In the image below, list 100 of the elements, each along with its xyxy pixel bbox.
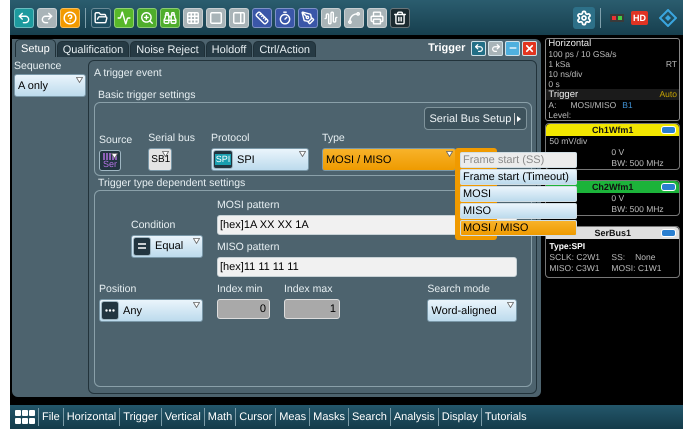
apps-button[interactable] xyxy=(12,410,38,424)
section-heading: A trigger event xyxy=(94,67,162,80)
info-text: MISO: C3W1 xyxy=(549,263,600,274)
caret-icon xyxy=(162,151,170,157)
serial-bus-dropdown[interactable]: SB1 xyxy=(148,148,172,171)
caret-icon xyxy=(507,302,514,308)
type-label: Type xyxy=(322,132,345,145)
help-icon xyxy=(63,10,77,24)
caret-icon xyxy=(298,151,306,157)
dots-icon xyxy=(101,301,119,320)
ruler-icon xyxy=(255,10,269,24)
undo-button[interactable] xyxy=(471,40,486,56)
info-text: None xyxy=(635,252,656,263)
menu-item[interactable]: Math xyxy=(204,408,236,426)
index-max-field[interactable]: 1 xyxy=(284,299,340,319)
square-icon xyxy=(209,10,223,24)
tab[interactable]: Qualification xyxy=(56,41,130,57)
menu-item[interactable]: Tutorials xyxy=(480,408,530,426)
condition-dropdown[interactable]: Equal xyxy=(131,234,203,258)
group-title: Basic trigger settings xyxy=(98,89,196,102)
position-dropdown[interactable]: Any xyxy=(99,299,203,322)
panel-title: Trigger xyxy=(548,89,578,100)
help-button[interactable] xyxy=(60,8,80,28)
caret-icon xyxy=(111,153,118,159)
menu-item[interactable]: Cursor xyxy=(235,408,276,426)
printer-button[interactable] xyxy=(367,8,387,28)
source-button[interactable]: Ser xyxy=(99,150,121,171)
timer-button[interactable] xyxy=(275,8,295,28)
dropdown-option[interactable]: MOSI / MISO xyxy=(460,220,577,236)
mosi-pattern-label: MOSI pattern xyxy=(217,199,280,212)
redo-button[interactable] xyxy=(488,40,504,56)
redo-icon xyxy=(40,10,54,24)
close-button[interactable] xyxy=(522,40,538,56)
source-label: Source xyxy=(99,134,132,147)
index-min-label: Index min xyxy=(217,283,263,296)
panel-button[interactable] xyxy=(229,8,249,28)
tab[interactable]: Setup xyxy=(15,39,56,57)
card-title: SerBus1 xyxy=(594,228,631,238)
index-max-label: Index max xyxy=(284,283,332,296)
dropdown-option[interactable]: MISO xyxy=(460,203,577,219)
waveform-button[interactable] xyxy=(114,8,134,28)
grid-icon xyxy=(15,410,35,424)
trash-icon xyxy=(393,10,407,24)
waveform-icon xyxy=(117,10,131,24)
undo-icon xyxy=(474,43,484,53)
settings-button[interactable] xyxy=(573,6,595,28)
serial-bus-setup-button[interactable]: Serial Bus Setup xyxy=(424,107,528,130)
position-label: Position xyxy=(99,283,136,296)
bus-tag: B1 xyxy=(622,100,633,110)
timer-icon xyxy=(278,10,292,24)
info-text: 1 kSa xyxy=(548,59,570,69)
menu-item[interactable]: Search xyxy=(348,408,390,426)
info-text: Level: xyxy=(548,110,572,120)
protocol-dropdown[interactable]: SPI SPI xyxy=(210,148,309,171)
menu-item[interactable]: Vertical xyxy=(160,408,204,426)
index-min-field[interactable]: 0 xyxy=(217,299,270,319)
search-mode-dropdown[interactable]: Word-aligned xyxy=(427,299,518,322)
menu-item[interactable]: Horizontal xyxy=(62,408,120,426)
zoom-in-icon xyxy=(140,10,154,24)
info-text: SCLK: C2W1 xyxy=(549,252,601,263)
menu-item[interactable]: Masks xyxy=(309,408,348,426)
info-text: BW: 500 MHz xyxy=(611,158,664,168)
caret-icon xyxy=(193,238,200,244)
protocol-icon-text: SPI xyxy=(214,154,232,165)
sequence-label: Sequence xyxy=(14,60,62,73)
trash-button[interactable] xyxy=(390,8,410,28)
sequence-dropdown[interactable]: A only xyxy=(14,74,86,97)
spectrum-button[interactable] xyxy=(321,8,341,28)
menu-item[interactable]: Display xyxy=(438,408,481,426)
miso-pattern-field[interactable]: [hex]11 11 11 11 xyxy=(217,257,518,277)
info-text: 0 s xyxy=(548,79,560,89)
menu-item[interactable]: Analysis xyxy=(390,408,438,426)
pen-button[interactable] xyxy=(298,8,318,28)
printer-icon xyxy=(370,10,384,24)
undo-icon xyxy=(17,10,31,24)
folder-button[interactable] xyxy=(91,8,111,28)
curve-button[interactable] xyxy=(344,8,364,28)
pen-icon xyxy=(301,10,315,24)
grid-button[interactable] xyxy=(183,8,203,28)
info-text: MOSI: C1W1 xyxy=(611,263,662,274)
ruler-button[interactable] xyxy=(252,8,272,28)
arrow-right-icon xyxy=(514,112,522,124)
panel-title: Horizontal xyxy=(548,39,592,49)
menu-item[interactable]: Trigger xyxy=(119,408,161,426)
binoculars-button[interactable] xyxy=(160,8,180,28)
dropdown-option[interactable]: MOSI xyxy=(460,186,577,202)
minimize-button[interactable] xyxy=(505,40,520,56)
dropdown-option[interactable]: Frame start (Timeout) xyxy=(460,169,577,185)
menu-item[interactable]: File xyxy=(38,408,63,426)
type-dropdown[interactable]: MOSI / MISO xyxy=(322,148,456,171)
flag-icon xyxy=(610,14,624,22)
info-text: 0 V xyxy=(611,193,624,203)
square-button[interactable] xyxy=(206,8,226,28)
info-text: RT xyxy=(666,59,677,69)
zoom-in-button[interactable] xyxy=(137,8,157,28)
info-text: MOSI/MISO xyxy=(570,100,616,110)
menu-item[interactable]: Meas xyxy=(275,408,310,426)
tab[interactable]: Noise Reject xyxy=(130,41,205,57)
tab[interactable]: Holdoff xyxy=(206,41,252,57)
tab[interactable]: Ctrl/Action xyxy=(253,41,316,57)
